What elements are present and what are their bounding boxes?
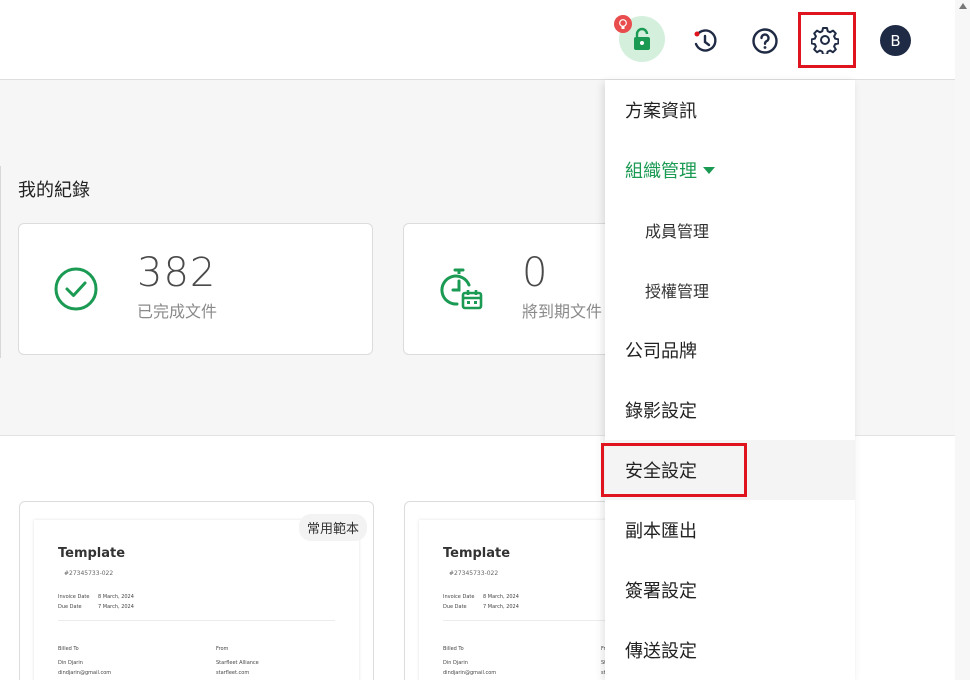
invoice-date: 8 March, 2024	[483, 594, 519, 600]
app-page: B 我的紀錄 382 已完成文件 0 將到期文件 Template #27345…	[0, 0, 970, 680]
scroll-up-arrow-icon[interactable]	[959, 3, 967, 9]
favorite-template-tag: 常用範本	[298, 514, 367, 541]
template-title: Template	[58, 546, 126, 561]
menu-item-recording-settings[interactable]: 錄影設定	[605, 380, 855, 440]
timer-calendar-icon	[440, 268, 483, 310]
menu-item-label: 授權管理	[645, 282, 710, 301]
section-title: 我的紀錄	[18, 180, 90, 201]
menu-item-label: 成員管理	[645, 222, 710, 241]
menu-item-label: 傳送設定	[625, 641, 697, 662]
menu-item-license-management[interactable]: 授權管理	[605, 260, 855, 320]
invoice-date: 8 March, 2024	[98, 594, 134, 600]
template-preview: Template #27345733-022 Invoice Date 8 Ma…	[34, 520, 359, 680]
settings-dropdown-menu: 方案資訊 組織管理 成員管理 授權管理 公司品牌 錄影設定 安全設定 副本匯出 …	[605, 80, 855, 680]
stat-card-completed[interactable]: 382 已完成文件	[18, 223, 373, 355]
menu-item-label: 簽署設定	[625, 581, 697, 602]
stat-label: 將到期文件	[522, 302, 603, 321]
menu-item-label: 錄影設定	[625, 401, 697, 422]
lock-icon	[634, 27, 650, 50]
billed-to-label: Billed To	[58, 646, 79, 652]
settings-highlight-box	[798, 12, 856, 68]
check-circle-icon	[54, 267, 98, 311]
page-scrollbar[interactable]	[955, 0, 970, 680]
band-divider	[0, 166, 1, 358]
menu-item-plan-info[interactable]: 方案資訊	[605, 80, 855, 140]
template-number: #27345733-022	[449, 570, 499, 577]
invoice-date-label: Invoice Date	[58, 594, 90, 600]
menu-item-sending-settings[interactable]: 傳送設定	[605, 620, 855, 680]
due-date-label: Due Date	[443, 604, 467, 610]
template-number: #27345733-022	[64, 570, 114, 577]
menu-item-signing-settings[interactable]: 簽署設定	[605, 560, 855, 620]
menu-item-label: 公司品牌	[625, 341, 697, 362]
help-icon	[752, 28, 778, 54]
billed-to-label: Billed To	[443, 646, 464, 652]
menu-item-label: 方案資訊	[625, 101, 697, 122]
billed-name: Din Djarin	[443, 660, 468, 666]
billed-name: Din Djarin	[58, 660, 83, 666]
menu-item-member-management[interactable]: 成員管理	[605, 200, 855, 260]
avatar[interactable]: B	[880, 25, 911, 56]
due-date: 7 March, 2024	[483, 604, 519, 610]
stat-value: 0	[522, 250, 549, 296]
help-button[interactable]	[748, 24, 782, 58]
template-card[interactable]: Template #27345733-022 Invoice Date 8 Ma…	[19, 501, 374, 680]
menu-item-org-management[interactable]: 組織管理	[605, 140, 855, 200]
menu-item-company-branding[interactable]: 公司品牌	[605, 320, 855, 380]
stat-label: 已完成文件	[137, 302, 218, 321]
caret-down-icon	[703, 166, 715, 174]
billed-email: dindjarin@gmail.com	[443, 670, 497, 676]
bulb-icon	[619, 18, 627, 29]
menu-item-label: 副本匯出	[625, 521, 697, 542]
avatar-initial: B	[890, 31, 901, 50]
security-settings-highlight-box	[601, 443, 747, 497]
from-site: starfleet.com	[216, 670, 250, 676]
template-title: Template	[443, 546, 511, 561]
due-date: 7 March, 2024	[98, 604, 134, 610]
template-rule	[58, 620, 335, 621]
from-label: From	[216, 646, 229, 652]
from-name: Starfleet Alliance	[216, 660, 259, 666]
menu-item-copy-export[interactable]: 副本匯出	[605, 500, 855, 560]
stat-value: 382	[137, 250, 217, 296]
history-button[interactable]	[688, 24, 722, 58]
stat-card-expiring[interactable]: 0 將到期文件	[403, 223, 623, 355]
alert-badge	[614, 15, 632, 33]
due-date-label: Due Date	[58, 604, 82, 610]
menu-item-label: 組織管理	[625, 161, 697, 182]
invoice-date-label: Invoice Date	[443, 594, 475, 600]
top-header: B	[0, 0, 955, 80]
billed-email: dindjarin@gmail.com	[58, 670, 112, 676]
history-icon	[694, 29, 717, 52]
